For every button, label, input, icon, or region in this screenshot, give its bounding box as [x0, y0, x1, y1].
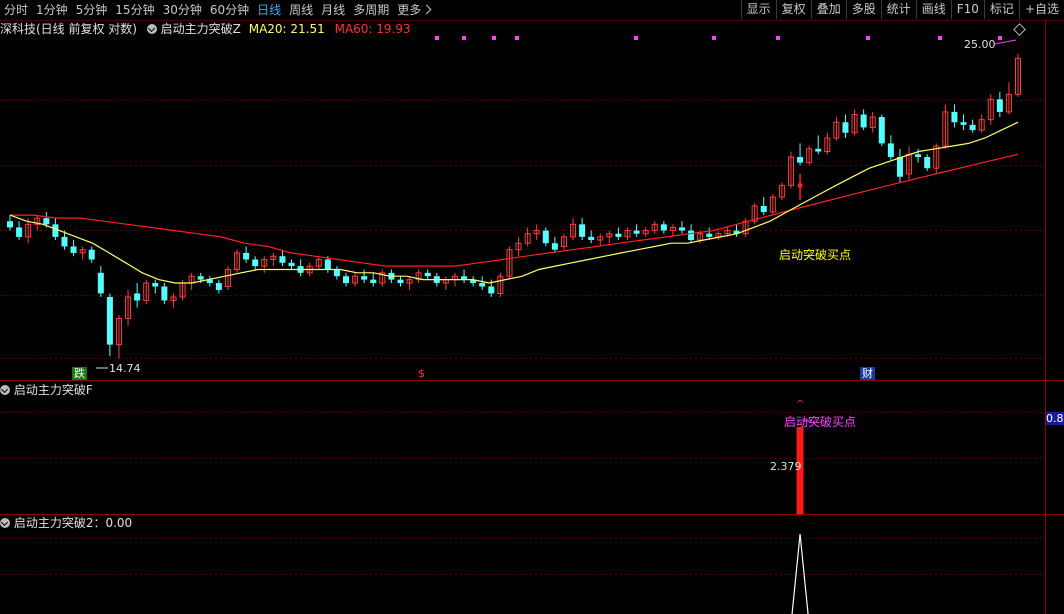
candle-body: [397, 279, 404, 284]
ma60-line: [10, 153, 1019, 267]
candle-body: [969, 124, 976, 131]
buy-signal-dot: [797, 182, 803, 188]
candle-body: [215, 283, 222, 290]
low-price-marker: 14.74: [109, 362, 141, 375]
candle-body: [688, 230, 695, 241]
top-marker: [998, 36, 1002, 40]
candle-body: [61, 236, 68, 247]
candle-body: [43, 218, 50, 225]
candle-body: [243, 252, 250, 260]
candle-body: [887, 143, 894, 158]
candle-body: [551, 243, 558, 250]
candle-body: [615, 233, 622, 237]
sub1-signal-label: 启动突破买点: [784, 415, 857, 429]
high-marker-arrow: [994, 39, 1017, 45]
candle-body: [370, 279, 377, 284]
candle-body: [860, 114, 867, 128]
top-marker: [634, 36, 638, 40]
top-marker: [515, 36, 519, 40]
top-marker: [435, 36, 439, 40]
candle-body: [633, 230, 640, 234]
candle-body: [16, 227, 23, 237]
main-signal-label: 启动突破买点: [779, 248, 852, 262]
candle-body: [52, 224, 59, 237]
candle-body: [134, 293, 141, 301]
top-marker: [712, 36, 716, 40]
candle-body: [488, 286, 495, 294]
candle-body: [706, 233, 713, 237]
candle-body: [579, 224, 586, 237]
candle-body: [588, 236, 595, 241]
candle-body: [7, 221, 13, 228]
top-marker: [938, 36, 942, 40]
candle-body: [88, 249, 95, 260]
candle-body: [106, 296, 113, 345]
candle-body: [333, 269, 340, 277]
sub1-bar-value: 2.379: [770, 460, 802, 473]
top-marker: [866, 36, 870, 40]
candle-body: [424, 272, 431, 277]
event-tag-finance[interactable]: 财: [860, 367, 875, 380]
candle-body: [996, 99, 1003, 112]
candle-body: [797, 157, 804, 163]
candle-body: [479, 283, 486, 287]
candle-body: [815, 148, 822, 152]
candle-body: [252, 259, 259, 267]
candle-body: [288, 262, 295, 267]
candle-body: [679, 227, 685, 231]
event-tag-dollar[interactable]: $: [416, 367, 427, 380]
candle-body: [915, 154, 922, 158]
candle-body: [161, 286, 168, 301]
candle-body: [361, 276, 368, 280]
candle-body: [279, 256, 286, 263]
candle-body: [660, 224, 667, 231]
candle-body: [842, 122, 849, 133]
candle-body: [152, 283, 159, 287]
top-marker: [776, 36, 780, 40]
candle-body: [924, 157, 931, 169]
candle-body: [760, 205, 767, 213]
ma20-line: [9, 121, 1019, 284]
candle-body: [960, 122, 967, 125]
event-tag-fall[interactable]: 跌: [72, 367, 87, 380]
candle-body: [324, 259, 331, 270]
high-price-marker: 25.00: [964, 38, 996, 51]
candle-body: [197, 276, 204, 280]
candle-body: [343, 276, 349, 284]
candle-body: [878, 117, 885, 144]
top-marker: [492, 36, 496, 40]
kline-chart[interactable]: ^: [0, 0, 1064, 614]
sub1-signal-flag: ^: [796, 399, 804, 410]
candle-body: [542, 230, 549, 244]
candle-body: [951, 111, 958, 123]
candle-body: [896, 157, 903, 177]
candle-body: [70, 246, 77, 253]
top-marker: [462, 36, 466, 40]
candle-body: [97, 272, 104, 294]
